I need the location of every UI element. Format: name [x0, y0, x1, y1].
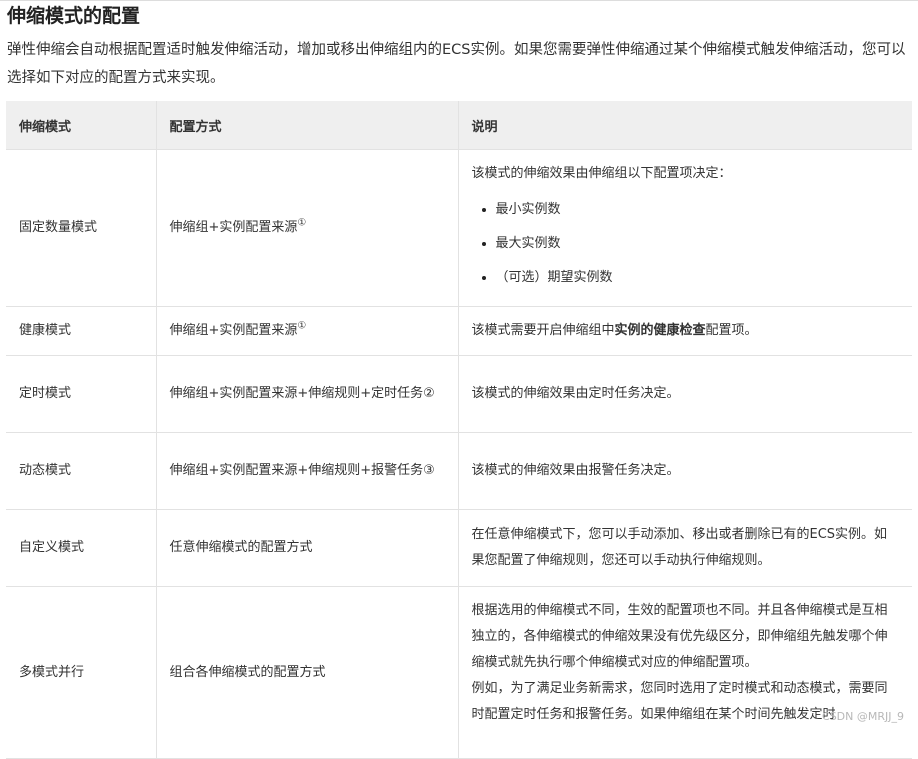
list-item: 最大实例数 — [496, 227, 900, 261]
table-header-row: 伸缩模式 配置方式 说明 — [6, 101, 912, 150]
list-item: 最小实例数 — [496, 193, 900, 227]
list-item: （可选）期望实例数 — [496, 261, 900, 295]
description-text: 该模式需要开启伸缩组中 — [471, 323, 615, 338]
watermark: CSDN @MRJJ_9 — [822, 710, 904, 723]
scaling-modes-table: 伸缩模式 配置方式 说明 固定数量模式 伸缩组+实例配置来源① 该模式的伸缩效果… — [6, 101, 912, 759]
table-row: 固定数量模式 伸缩组+实例配置来源① 该模式的伸缩效果由伸缩组以下配置项决定： … — [6, 149, 912, 307]
description-intro: 该模式的伸缩效果由伸缩组以下配置项决定： — [471, 166, 732, 181]
config-cell: 伸缩组+实例配置来源① — [156, 306, 459, 356]
mode-cell: 自定义模式 — [6, 509, 157, 587]
config-cell: 伸缩组+实例配置来源① — [156, 149, 459, 307]
table-row: 动态模式 伸缩组+实例配置来源+伸缩规则+报警任务③ 该模式的伸缩效果由报警任务… — [6, 432, 912, 510]
table-row: 自定义模式 任意伸缩模式的配置方式 在任意伸缩模式下，您可以手动添加、移出或者删… — [6, 509, 912, 587]
mode-cell: 多模式并行 — [6, 586, 157, 759]
header-mode: 伸缩模式 — [6, 101, 157, 150]
config-cell: 组合各伸缩模式的配置方式 — [156, 586, 459, 759]
description-text: 配置项。 — [705, 323, 758, 338]
mode-cell: 动态模式 — [6, 432, 157, 510]
header-description: 说明 — [458, 101, 912, 150]
section-title: 伸缩模式的配置 — [7, 5, 141, 27]
description-cell: 该模式的伸缩效果由定时任务决定。 — [458, 355, 912, 433]
table-row: 定时模式 伸缩组+实例配置来源+伸缩规则+定时任务② 该模式的伸缩效果由定时任务… — [6, 355, 912, 433]
description-cell: 该模式的伸缩效果由报警任务决定。 — [458, 432, 912, 510]
description-cell: 该模式需要开启伸缩组中实例的健康检查配置项。 — [458, 306, 912, 356]
top-divider — [0, 0, 918, 1]
footnote-mark: ① — [297, 320, 307, 332]
description-cell: 在任意伸缩模式下，您可以手动添加、移出或者删除已有的ECS实例。如果您配置了伸缩… — [458, 509, 912, 587]
config-text: 伸缩组+实例配置来源 — [169, 323, 298, 338]
footnote-mark: ① — [297, 217, 307, 229]
table-row: 多模式并行 组合各伸缩模式的配置方式 根据选用的伸缩模式不同，生效的配置项也不同… — [6, 586, 912, 759]
mode-cell: 定时模式 — [6, 355, 157, 433]
description-cell: 根据选用的伸缩模式不同，生效的配置项也不同。并且各伸缩模式是互相独立的，各伸缩模… — [458, 586, 912, 759]
config-cell: 伸缩组+实例配置来源+伸缩规则+定时任务② — [156, 355, 459, 433]
config-text: 伸缩组+实例配置来源 — [169, 220, 298, 235]
description-cell: 该模式的伸缩效果由伸缩组以下配置项决定： 最小实例数 最大实例数 （可选）期望实… — [458, 149, 912, 307]
header-config: 配置方式 — [156, 101, 459, 150]
config-cell: 伸缩组+实例配置来源+伸缩规则+报警任务③ — [156, 432, 459, 510]
mode-cell: 固定数量模式 — [6, 149, 157, 307]
mode-cell: 健康模式 — [6, 306, 157, 356]
config-item-list: 最小实例数 最大实例数 （可选）期望实例数 — [472, 193, 900, 295]
intro-paragraph: 弹性伸缩会自动根据配置适时触发伸缩活动，增加或移出伸缩组内的ECS实例。如果您需… — [7, 42, 906, 86]
description-paragraph: 根据选用的伸缩模式不同，生效的配置项也不同。并且各伸缩模式是互相独立的，各伸缩模… — [471, 603, 888, 670]
config-cell: 任意伸缩模式的配置方式 — [156, 509, 459, 587]
description-bold-text: 实例的健康检查 — [614, 323, 706, 338]
table-row: 健康模式 伸缩组+实例配置来源① 该模式需要开启伸缩组中实例的健康检查配置项。 — [6, 306, 912, 356]
